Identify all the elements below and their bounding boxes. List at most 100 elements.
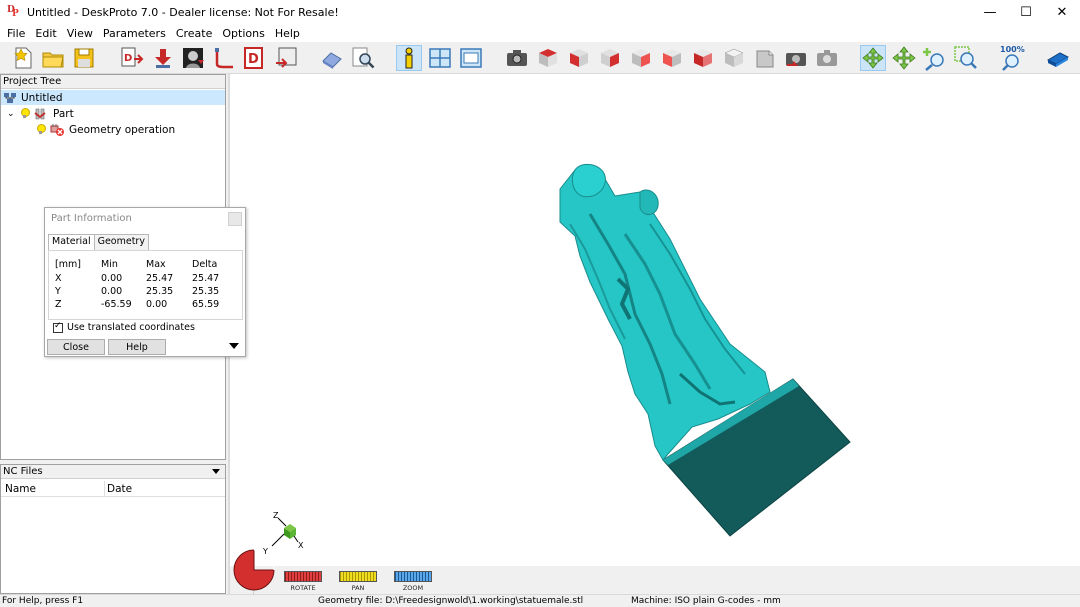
menu-help[interactable]: Help	[270, 27, 305, 40]
menu-parameters[interactable]: Parameters	[98, 27, 171, 40]
view-bottom-icon[interactable]	[690, 45, 716, 71]
lightbulb-icon[interactable]	[20, 108, 30, 119]
eraser-icon[interactable]	[319, 45, 345, 71]
rotate-view-icon[interactable]	[783, 45, 809, 71]
chevron-down-icon[interactable]: ⌄	[7, 109, 20, 119]
axis-indicator-icon: Z X Y	[262, 511, 304, 556]
geometry-operation-icon	[50, 123, 64, 136]
rotate-label: ROTATE	[290, 584, 316, 592]
row-x-max: 25.47	[146, 273, 174, 284]
rotate-button[interactable]	[284, 571, 322, 582]
header-max: Max	[146, 259, 166, 270]
help-book-icon[interactable]	[1045, 45, 1071, 71]
part-information-dialog: Part Information Material Geometry [mm] …	[44, 207, 246, 357]
tab-material[interactable]: Material	[48, 234, 95, 251]
vector-import-icon[interactable]	[211, 45, 237, 71]
tab-geometry[interactable]: Geometry	[93, 234, 149, 250]
view-right-icon[interactable]	[597, 45, 623, 71]
project-icon	[4, 92, 16, 103]
view-iso-icon[interactable]	[721, 45, 747, 71]
help-button[interactable]: Help	[108, 339, 166, 355]
import-geometry-icon[interactable]: D	[118, 45, 144, 71]
zoom-label: ZOOM	[402, 584, 424, 592]
new-project-icon[interactable]	[10, 45, 36, 71]
status-bar: For Help, press F1 Geometry file: D:\Fre…	[0, 594, 1080, 607]
app-logo-icon: DP	[7, 5, 19, 19]
view-iso2-icon[interactable]	[752, 45, 778, 71]
tree-item-untitled[interactable]: Untitled	[1, 90, 225, 105]
title-bar: DP Untitled - DeskProto 7.0 - Dealer lic…	[0, 0, 1080, 24]
tree-item-part[interactable]: ⌄ Part	[7, 106, 74, 121]
zoom-window-icon[interactable]	[953, 45, 979, 71]
view-controls-bar: ROTATE PAN ZOOM	[254, 566, 1080, 594]
open-folder-icon[interactable]	[40, 45, 66, 71]
camera-icon[interactable]	[504, 45, 530, 71]
header-unit: [mm]	[55, 259, 81, 270]
row-y-axis: Y	[55, 286, 61, 297]
rotate-tool-icon[interactable]	[860, 45, 886, 71]
axis-z-label: Z	[273, 511, 279, 520]
project-tree-header: Project Tree	[1, 75, 225, 89]
nc-files-panel: NC Files Name Date	[0, 464, 226, 594]
row-y-delta: 25.35	[192, 286, 220, 297]
view-front-icon[interactable]	[566, 45, 592, 71]
header-min: Min	[101, 259, 118, 270]
row-z-delta: 65.59	[192, 299, 220, 310]
statue-model[interactable]	[230, 74, 1080, 566]
pan-label: PAN	[351, 584, 365, 592]
column-divider	[104, 481, 105, 497]
menu-bar: File Edit View Parameters Create Options…	[0, 24, 1080, 42]
menu-options[interactable]: Options	[217, 27, 269, 40]
zoom-100-icon[interactable]: 100%	[999, 45, 1025, 71]
inspect-icon[interactable]	[350, 45, 376, 71]
pan-button[interactable]	[339, 571, 377, 582]
column-name[interactable]: Name	[5, 483, 36, 495]
tree-item-label: Geometry operation	[69, 123, 176, 136]
3d-viewport[interactable]	[230, 74, 1080, 566]
row-y-max: 25.35	[146, 286, 174, 297]
status-machine: Machine: ISO plain G-codes - mm	[631, 596, 781, 606]
row-z-max: 0.00	[146, 299, 168, 310]
part-info-icon[interactable]	[396, 45, 422, 71]
menu-view[interactable]: View	[62, 27, 98, 40]
maximize-button[interactable]: ☐	[1008, 0, 1044, 24]
view-top-icon[interactable]	[535, 45, 561, 71]
window-view-icon[interactable]	[458, 45, 484, 71]
axis-y-label: Y	[262, 547, 268, 556]
part-icon	[34, 108, 46, 119]
view-back-icon[interactable]	[628, 45, 654, 71]
row-x-axis: X	[55, 273, 62, 284]
menu-file[interactable]: File	[2, 27, 30, 40]
tree-item-geometry-operation[interactable]: Geometry operation	[36, 122, 175, 137]
view-left-icon[interactable]	[659, 45, 685, 71]
column-date[interactable]: Date	[107, 483, 132, 495]
nc-files-columns: Name Date	[1, 481, 225, 497]
pan-tool-icon[interactable]	[891, 45, 917, 71]
export-icon[interactable]	[273, 45, 299, 71]
close-button[interactable]: Close	[47, 339, 105, 355]
dialog-title: Part Information	[45, 208, 245, 230]
dimensions-table: [mm] Min Max Delta X 0.00 25.47 25.47 Y …	[48, 250, 243, 320]
dropdown-arrow-icon[interactable]	[212, 469, 220, 474]
menu-create[interactable]: Create	[171, 27, 218, 40]
close-window-button[interactable]: ✕	[1044, 0, 1080, 24]
save-icon[interactable]	[71, 45, 97, 71]
bitmap-import-icon[interactable]	[180, 45, 206, 71]
nc-files-title: NC Files	[3, 466, 43, 477]
dialog-close-button[interactable]	[228, 212, 242, 226]
zoom-in-icon[interactable]	[922, 45, 948, 71]
drawing-icon[interactable]: D	[242, 45, 268, 71]
translated-coordinates-checkbox[interactable]	[53, 321, 63, 333]
import-part-icon[interactable]	[150, 45, 176, 71]
reset-view-icon[interactable]	[814, 45, 840, 71]
menu-edit[interactable]: Edit	[30, 27, 61, 40]
tree-item-label: Part	[53, 107, 74, 120]
minimize-button[interactable]: —	[972, 0, 1008, 24]
toolbar: D D 100%	[0, 42, 1080, 74]
header-delta: Delta	[192, 259, 218, 270]
translated-coordinates-option[interactable]: Use translated coordinates	[53, 321, 195, 333]
expand-arrow-icon[interactable]	[229, 343, 239, 349]
zoom-button[interactable]	[394, 571, 432, 582]
view-layout-icon[interactable]	[427, 45, 453, 71]
lightbulb-icon[interactable]	[36, 124, 46, 135]
